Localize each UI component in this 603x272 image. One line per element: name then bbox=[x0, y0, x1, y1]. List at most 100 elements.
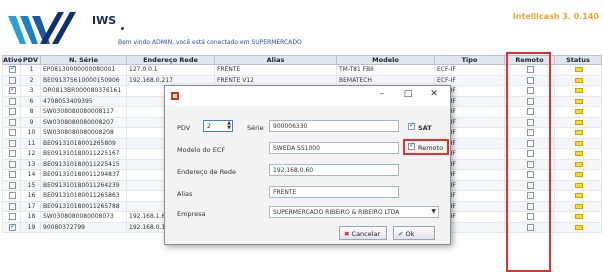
ativo-checkbox[interactable] bbox=[9, 202, 16, 210]
ativo-checkbox[interactable] bbox=[9, 160, 16, 168]
maximize-button[interactable]: □ bbox=[401, 89, 415, 99]
status-indicator-icon bbox=[575, 77, 583, 83]
status-indicator-icon bbox=[575, 182, 583, 188]
column-header[interactable]: Ativo bbox=[2, 55, 22, 65]
minimize-button[interactable]: – bbox=[375, 89, 389, 99]
remoto-cell bbox=[504, 221, 555, 233]
alias-input[interactable]: FRENTE bbox=[269, 186, 399, 198]
remoto-checkbox[interactable] bbox=[408, 141, 415, 150]
ativo-checkbox[interactable] bbox=[9, 213, 16, 221]
pdv-edit-dialog: – □ ✕ PDV 2 ▲▼ Série 900006330 SAT Model… bbox=[164, 85, 451, 245]
status-cell bbox=[554, 211, 602, 223]
status-indicator-icon bbox=[575, 98, 583, 104]
column-header[interactable]: Status bbox=[554, 55, 602, 65]
status-indicator-icon bbox=[575, 109, 583, 115]
status-indicator-icon bbox=[575, 214, 583, 220]
cancel-button-label: Cancelar bbox=[351, 230, 381, 238]
status-cell bbox=[554, 127, 602, 139]
ok-button[interactable]: ✔ Ok bbox=[393, 226, 435, 240]
remoto-checkbox[interactable] bbox=[527, 129, 534, 137]
ativo-checkbox[interactable] bbox=[9, 150, 16, 158]
serie-cell: BE091310180011294837 bbox=[40, 169, 127, 181]
sat-checkbox[interactable] bbox=[408, 121, 415, 130]
remoto-cell bbox=[504, 116, 555, 128]
ativo-checkbox[interactable] bbox=[9, 118, 16, 126]
remoto-checkbox[interactable] bbox=[527, 118, 534, 126]
pdv-cell: 17 bbox=[20, 200, 41, 212]
ativo-checkbox[interactable] bbox=[9, 171, 16, 179]
remoto-checkbox[interactable] bbox=[527, 171, 534, 179]
ok-button-label: Ok bbox=[405, 230, 415, 238]
remoto-cell bbox=[504, 74, 555, 86]
ativo-checkbox[interactable] bbox=[9, 139, 16, 147]
alias-cell: FRENTE bbox=[214, 64, 337, 76]
ativo-checkbox[interactable] bbox=[9, 65, 16, 74]
ativo-checkbox[interactable] bbox=[9, 97, 16, 105]
status-cell bbox=[554, 74, 602, 86]
table-row[interactable]: 1EP08130000000080001127.0.0.1FRENTETM-T8… bbox=[2, 64, 602, 76]
ativo-checkbox[interactable] bbox=[9, 223, 16, 231]
remoto-cell bbox=[504, 106, 555, 118]
column-header[interactable]: Modelo bbox=[336, 55, 435, 65]
remoto-checkbox[interactable] bbox=[527, 213, 534, 221]
remoto-cell bbox=[504, 200, 555, 212]
column-header[interactable]: Remoto bbox=[504, 55, 555, 65]
ativo-checkbox[interactable] bbox=[9, 86, 16, 95]
status-indicator-icon bbox=[575, 161, 583, 167]
rede-input[interactable]: 192.168.0.60 bbox=[269, 164, 399, 176]
ativo-checkbox[interactable] bbox=[9, 108, 16, 116]
remoto-checkbox[interactable] bbox=[527, 87, 534, 95]
check-icon: ✔ bbox=[398, 230, 404, 238]
serie-input[interactable]: 900006330 bbox=[269, 120, 399, 132]
pdv-cell: 2 bbox=[20, 74, 41, 86]
remoto-checkbox[interactable] bbox=[527, 66, 534, 74]
tipo-cell: ECF-IF bbox=[434, 64, 505, 76]
remoto-cell bbox=[504, 179, 555, 191]
column-header[interactable]: Endereço Rede bbox=[126, 55, 215, 65]
remoto-checkbox[interactable] bbox=[527, 192, 534, 200]
pdv-value: 2 bbox=[207, 123, 211, 130]
table-header-row: Ativo PDV N. Série Endereço Rede Alias Modelo… bbox=[2, 55, 602, 65]
serie-cell: BE091310180011264239 bbox=[40, 179, 127, 191]
remoto-checkbox[interactable] bbox=[527, 160, 534, 168]
pdv-cell: 6 bbox=[20, 95, 41, 107]
column-header[interactable]: Alias bbox=[214, 55, 337, 65]
remoto-checkbox[interactable] bbox=[527, 97, 534, 105]
serie-cell: BE091310180011265788 bbox=[40, 200, 127, 212]
serie-cell: SW0308080080008208 bbox=[40, 127, 127, 139]
rede-label: Endereço de Rede bbox=[177, 168, 237, 176]
status-cell bbox=[554, 64, 602, 76]
ativo-cell bbox=[2, 74, 21, 86]
ativo-checkbox[interactable] bbox=[9, 181, 16, 189]
column-header[interactable]: N. Série bbox=[40, 55, 127, 65]
column-header[interactable]: Tipo bbox=[434, 55, 505, 65]
ativo-checkbox[interactable] bbox=[9, 192, 16, 200]
column-header[interactable]: PDV bbox=[20, 55, 41, 65]
alias-label: Alias bbox=[177, 190, 193, 198]
remoto-checkbox[interactable] bbox=[527, 76, 534, 84]
ativo-checkbox[interactable] bbox=[9, 129, 16, 137]
close-button[interactable]: ✕ bbox=[427, 89, 441, 99]
ativo-cell bbox=[2, 179, 21, 191]
status-indicator-icon bbox=[575, 119, 583, 125]
pdv-cell: 1 bbox=[20, 64, 41, 76]
remoto-checkbox[interactable] bbox=[527, 150, 534, 158]
alias-cell: FRENTE V12 bbox=[214, 74, 337, 86]
remoto-checkbox[interactable] bbox=[527, 202, 534, 210]
ativo-checkbox[interactable] bbox=[9, 76, 16, 84]
brand-version: Intellicash 3. 0.140 bbox=[512, 12, 599, 21]
spin-arrows-icon[interactable]: ▲ ▼ bbox=[227, 121, 231, 131]
empresa-select[interactable]: SUPERMERCADO RIBEIRO & RIBEIRO LTDA ▼ bbox=[269, 206, 439, 218]
sat-label: SAT bbox=[418, 124, 432, 132]
remoto-checkbox[interactable] bbox=[527, 181, 534, 189]
remoto-checkbox[interactable] bbox=[527, 108, 534, 116]
pdv-stepper[interactable]: 2 ▲ ▼ bbox=[203, 120, 233, 132]
serie-cell: EP08130000000080001 bbox=[40, 64, 127, 76]
modelo-input[interactable]: SWEDA SS1000 bbox=[269, 142, 399, 154]
ativo-cell bbox=[2, 127, 21, 139]
cancel-button[interactable]: ✖ Cancelar bbox=[339, 226, 387, 240]
table-row[interactable]: 2 BE091375610000150906 192.168.0.217 FRENTE… bbox=[2, 74, 602, 86]
remoto-checkbox[interactable] bbox=[527, 223, 534, 231]
remoto-checkbox[interactable] bbox=[527, 139, 534, 147]
chevron-down-icon[interactable]: ▼ bbox=[431, 208, 436, 215]
